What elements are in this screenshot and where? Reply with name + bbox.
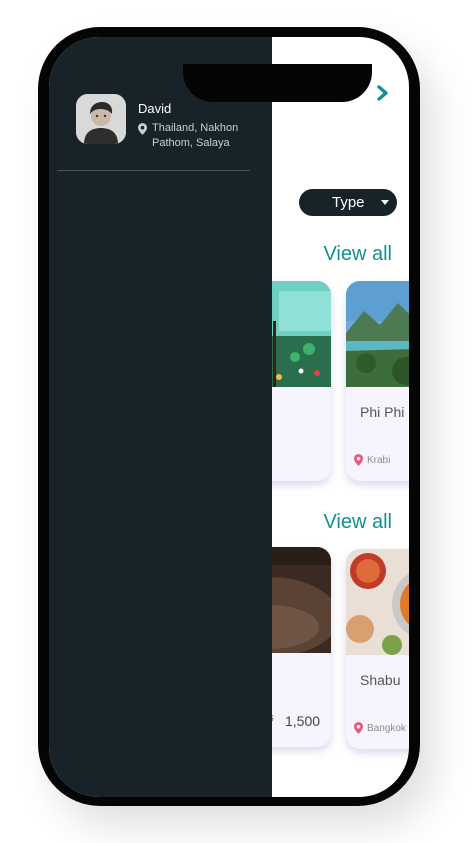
phone-notch: [183, 64, 372, 102]
forward-button[interactable]: [375, 83, 391, 103]
side-drawer: David Thailand, Nakhon Pathom, Salaya: [49, 37, 272, 797]
location-pin-icon: [354, 454, 363, 466]
location-pin-icon: [138, 123, 147, 135]
app-screen: Type View all Phi Phi Krabi View all 1,5…: [49, 37, 409, 797]
view-all-link-places[interactable]: View all: [323, 243, 392, 266]
user-location-text: Thailand, Nakhon Pathom, Salaya: [152, 122, 239, 149]
card-location: Bangkok: [354, 722, 406, 734]
view-all-link-food[interactable]: View all: [323, 511, 392, 534]
chevron-right-icon: [377, 85, 388, 101]
card-title: Shabu: [360, 672, 401, 688]
card-photo: [346, 281, 409, 387]
user-name: David: [138, 101, 172, 116]
avatar-image: [76, 94, 126, 144]
card-location: Krabi: [354, 454, 390, 466]
type-filter-button[interactable]: Type: [299, 189, 397, 216]
card-location-text: Krabi: [367, 454, 391, 466]
card-location-text: Bangkok: [367, 722, 406, 734]
card-price: 1,500: [285, 713, 321, 729]
drawer-divider: [57, 170, 250, 171]
card-photo: [346, 549, 409, 655]
food-card[interactable]: Shabu Bangkok: [346, 549, 409, 749]
user-location: Thailand, Nakhon Pathom, Salaya: [138, 121, 252, 151]
card-title: Phi Phi: [360, 404, 405, 420]
type-filter-label: Type: [332, 194, 365, 211]
avatar[interactable]: [76, 94, 126, 144]
location-pin-icon: [354, 722, 363, 734]
caret-down-icon: [381, 200, 389, 205]
place-card[interactable]: Phi Phi Krabi: [346, 281, 409, 481]
